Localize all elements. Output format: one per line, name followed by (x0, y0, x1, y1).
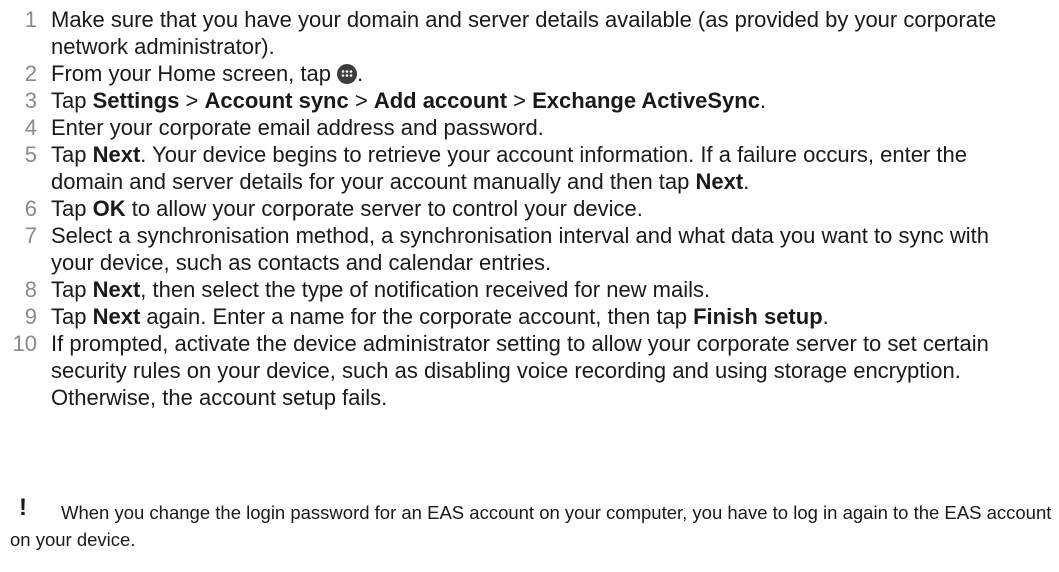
step-text-segment: Make sure that you have your domain and … (51, 7, 997, 59)
step-text-segment: , then select the type of notification r… (140, 277, 711, 302)
step-text: Enter your corporate email address and p… (51, 114, 1059, 141)
step-number: 10 (12, 331, 37, 356)
ui-term: Account sync (204, 88, 349, 113)
step-number: 1 (24, 7, 37, 32)
step-text-segment: From your Home screen, tap (51, 61, 338, 86)
step-number: 7 (24, 223, 37, 248)
ui-term: Settings (92, 88, 180, 113)
step-text-segment: . (822, 304, 829, 329)
step-text: If prompted, activate the device adminis… (51, 330, 1059, 411)
step-text: Tap OK to allow your corporate server to… (51, 195, 1059, 222)
step-text: Tap Next again. Enter a name for the cor… (51, 303, 1059, 330)
step-number: 5 (24, 142, 37, 167)
ui-term: Next (92, 304, 141, 329)
step-item: 1 Make sure that you have your domain and… (0, 6, 1059, 60)
step-item: 3 Tap Settings > Account sync > Add accou… (0, 87, 1059, 114)
step-text-segment: . (759, 88, 767, 113)
step-number: 6 (24, 196, 37, 221)
step-text-segment: . (357, 61, 364, 86)
step-text-segment: Tap (51, 277, 93, 302)
ui-term: OK (92, 196, 126, 221)
step-number: 2 (24, 61, 37, 86)
step-text-segment: . Your device begins to retrieve your ac… (51, 142, 967, 194)
step-text-segment: > (179, 88, 205, 113)
step-text-segment: Tap (51, 142, 93, 167)
ui-term: Next (92, 277, 141, 302)
ui-term: Add account (373, 88, 508, 113)
step-text: Tap Next, then select the type of notifi… (51, 276, 1059, 303)
step-text-segment: Tap (51, 88, 93, 113)
step-text: Tap Next. Your device begins to retrieve… (51, 141, 1059, 195)
step-number: 3 (24, 88, 37, 113)
step-item: 7 Select a synchronisation method, a sync… (0, 222, 1059, 276)
ui-term: Finish setup (693, 304, 823, 329)
step-text-segment: Enter your corporate email address and p… (51, 115, 544, 140)
step-text-segment: > (507, 88, 533, 113)
step-item: 8 Tap Next, then select the type of notif… (0, 276, 1059, 303)
ui-term: Next (695, 169, 744, 194)
ui-term: Next (92, 142, 141, 167)
step-item: 4 Enter your corporate email address and … (0, 114, 1059, 141)
step-text: From your Home screen, tap . (51, 60, 1059, 87)
step-text-segment: Tap (51, 304, 93, 329)
apps-icon (337, 63, 358, 84)
step-item: 9 Tap Next again. Enter a name for the co… (0, 303, 1059, 330)
step-text-segment: to allow your corporate server to contro… (125, 196, 643, 221)
step-text-segment: Select a synchronisation method, a synch… (51, 223, 989, 275)
step-item: 6 Tap OK to allow your corporate server t… (0, 195, 1059, 222)
step-text: Select a synchronisation method, a synch… (51, 222, 1059, 276)
step-text-segment: again. Enter a name for the corporate ac… (140, 304, 694, 329)
step-text: Tap Settings > Account sync > Add accoun… (51, 87, 1059, 114)
step-item: 5 Tap Next. Your device begins to retriev… (0, 141, 1059, 195)
step-text-segment: > (348, 88, 374, 113)
step-text-segment: . (743, 169, 750, 194)
step-item: 10 If prompted, activate the device admin… (0, 330, 1059, 411)
instruction-steps: 1 Make sure that you have your domain and… (0, 6, 1059, 411)
step-item: 2 From your Home screen, tap . (0, 60, 1059, 87)
step-number: 8 (24, 277, 37, 302)
step-text: Make sure that you have your domain and … (51, 6, 1059, 60)
note-text: When you change the login password for a… (10, 502, 1052, 550)
step-number: 9 (24, 304, 37, 329)
step-number: 4 (24, 115, 37, 140)
step-text-segment: If prompted, activate the device adminis… (51, 331, 989, 410)
ui-term: Exchange ActiveSync (532, 88, 760, 113)
step-text-segment: Tap (51, 196, 93, 221)
